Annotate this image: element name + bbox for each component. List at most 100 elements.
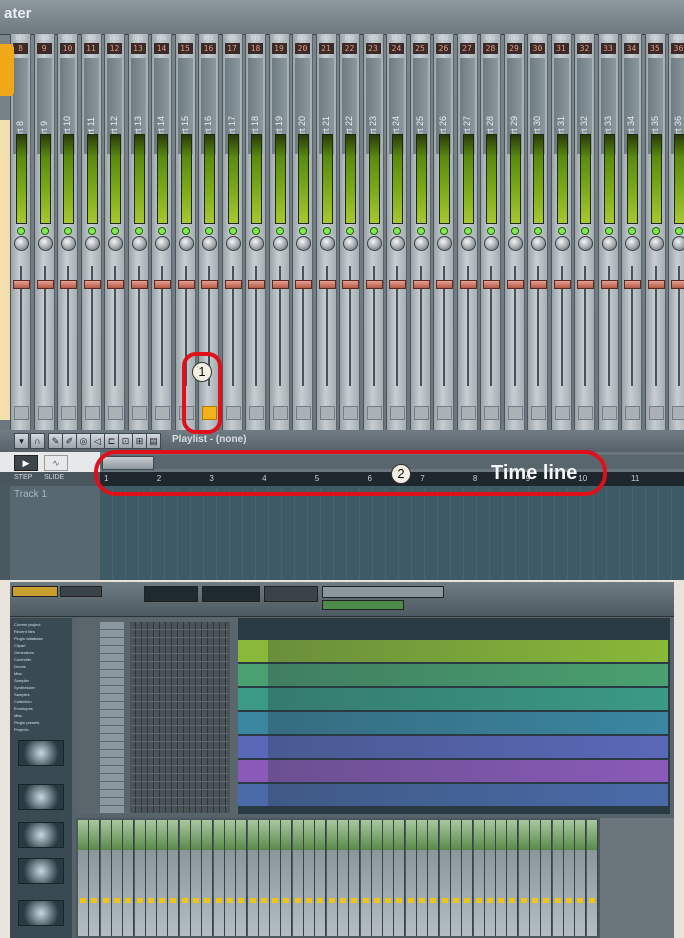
send-switch-icon[interactable] (131, 406, 147, 420)
browser-item[interactable]: Generators (14, 650, 34, 655)
select-tool-icon[interactable]: ⊡ (118, 433, 133, 449)
channel-row[interactable] (80, 694, 234, 701)
pan-knob[interactable] (648, 236, 664, 251)
mini-mixer-strip[interactable] (552, 820, 564, 936)
step-pads[interactable] (130, 806, 230, 813)
pan-knob[interactable] (108, 236, 123, 251)
step-pads[interactable] (130, 646, 230, 653)
channel-number[interactable]: 24 (389, 43, 404, 54)
pan-knob[interactable] (14, 236, 29, 251)
channel-number[interactable]: 8 (13, 43, 28, 54)
mini-mixer-strip[interactable] (405, 820, 417, 936)
enable-led-icon[interactable] (134, 227, 143, 235)
mini-fader[interactable] (577, 898, 584, 903)
channel-row[interactable] (80, 750, 234, 757)
channel-button[interactable] (100, 734, 124, 741)
send-switch-icon[interactable] (648, 406, 664, 420)
playback-tool-icon[interactable]: ▤ (146, 433, 161, 449)
volume-fader[interactable] (436, 280, 453, 289)
channel-row[interactable] (80, 774, 234, 781)
pan-knob[interactable] (578, 236, 593, 251)
shortcut-buttons[interactable] (322, 586, 444, 598)
mini-mixer-strip[interactable] (360, 820, 372, 936)
brush-tool-icon[interactable]: ✐ (62, 433, 77, 449)
mini-fader[interactable] (113, 898, 120, 903)
send-switch-icon[interactable] (272, 406, 288, 420)
pan-knob[interactable] (272, 236, 288, 251)
channel-row[interactable] (80, 806, 234, 813)
channel-button[interactable] (100, 790, 124, 797)
volume-fader[interactable] (483, 280, 500, 289)
channel-button[interactable] (100, 742, 124, 749)
channel-number[interactable]: 29 (506, 43, 522, 54)
track-label[interactable] (238, 784, 268, 806)
channel-button[interactable] (100, 766, 124, 773)
mini-fader[interactable] (91, 898, 98, 903)
step-pads[interactable] (130, 662, 230, 669)
pan-knob[interactable] (437, 236, 452, 251)
mini-fader[interactable] (159, 898, 166, 903)
channel-number[interactable]: 18 (248, 43, 263, 54)
mini-mixer-strip[interactable] (281, 820, 293, 936)
pan-knob[interactable] (319, 236, 335, 251)
channel-button[interactable] (100, 670, 124, 677)
channel-button[interactable] (100, 798, 124, 805)
channel-number[interactable]: 21 (318, 43, 334, 54)
pan-knob[interactable] (507, 236, 523, 251)
mini-mixer-strip[interactable] (236, 820, 248, 936)
browser-item[interactable]: Collection (14, 699, 32, 704)
track-label[interactable] (238, 712, 268, 734)
channel-button[interactable] (100, 694, 124, 701)
volume-fader[interactable] (248, 280, 265, 289)
mini-fader[interactable] (498, 898, 505, 903)
volume-fader[interactable] (389, 280, 406, 289)
enable-led-icon[interactable] (322, 227, 331, 235)
send-switch-icon[interactable] (484, 406, 499, 420)
mini-mixer-strip[interactable] (304, 820, 315, 936)
enable-led-icon[interactable] (534, 227, 542, 235)
send-switch-icon[interactable] (413, 406, 429, 420)
pan-knob[interactable] (131, 236, 147, 251)
mini-mixer-strip[interactable] (439, 820, 451, 936)
mini-fader[interactable] (102, 898, 109, 903)
volume-fader[interactable] (318, 280, 336, 289)
send-switch-icon[interactable] (155, 406, 170, 420)
enable-led-icon[interactable] (628, 227, 636, 235)
send-switch-icon[interactable] (343, 406, 358, 420)
mini-mixer-strip[interactable] (541, 820, 553, 936)
browser-item[interactable]: Sampler (14, 678, 29, 683)
mini-mixer-strip[interactable] (575, 820, 587, 936)
mixer-title-bar[interactable]: ater (0, 0, 684, 35)
enable-led-icon[interactable] (440, 227, 448, 235)
mini-mixer-strip[interactable] (123, 820, 135, 936)
browser-item[interactable]: Plugin presets (14, 720, 39, 725)
send-switch-icon[interactable] (437, 406, 452, 420)
volume-fader[interactable] (577, 280, 594, 289)
audio-clip-lane[interactable] (268, 736, 668, 758)
mini-fader[interactable] (328, 898, 335, 903)
enable-led-icon[interactable] (111, 227, 119, 235)
step-pads[interactable] (130, 654, 230, 661)
volume-fader[interactable] (36, 280, 54, 289)
mini-mixer-strip[interactable] (191, 820, 202, 936)
step-pads[interactable] (130, 670, 230, 677)
browser-item[interactable]: Misc (14, 671, 22, 676)
mini-fader[interactable] (317, 898, 324, 903)
mini-fader[interactable] (193, 898, 199, 903)
browser-item[interactable]: Projects (14, 727, 28, 732)
step-pads[interactable] (130, 678, 230, 685)
volume-fader[interactable] (647, 280, 665, 289)
send-switch-icon[interactable] (507, 406, 523, 420)
channel-row[interactable] (80, 758, 234, 765)
browser-item[interactable]: Drums (14, 664, 26, 669)
channel-row[interactable] (80, 622, 234, 629)
mini-mixer-strip[interactable] (78, 820, 89, 936)
pan-knob[interactable] (296, 236, 311, 251)
channel-row[interactable] (80, 710, 234, 717)
channel-button[interactable] (100, 758, 124, 765)
pan-knob[interactable] (413, 236, 429, 251)
mini-fader[interactable] (125, 898, 132, 903)
track-label[interactable] (238, 640, 268, 662)
enable-led-icon[interactable] (581, 227, 589, 235)
channel-row[interactable] (80, 782, 234, 789)
